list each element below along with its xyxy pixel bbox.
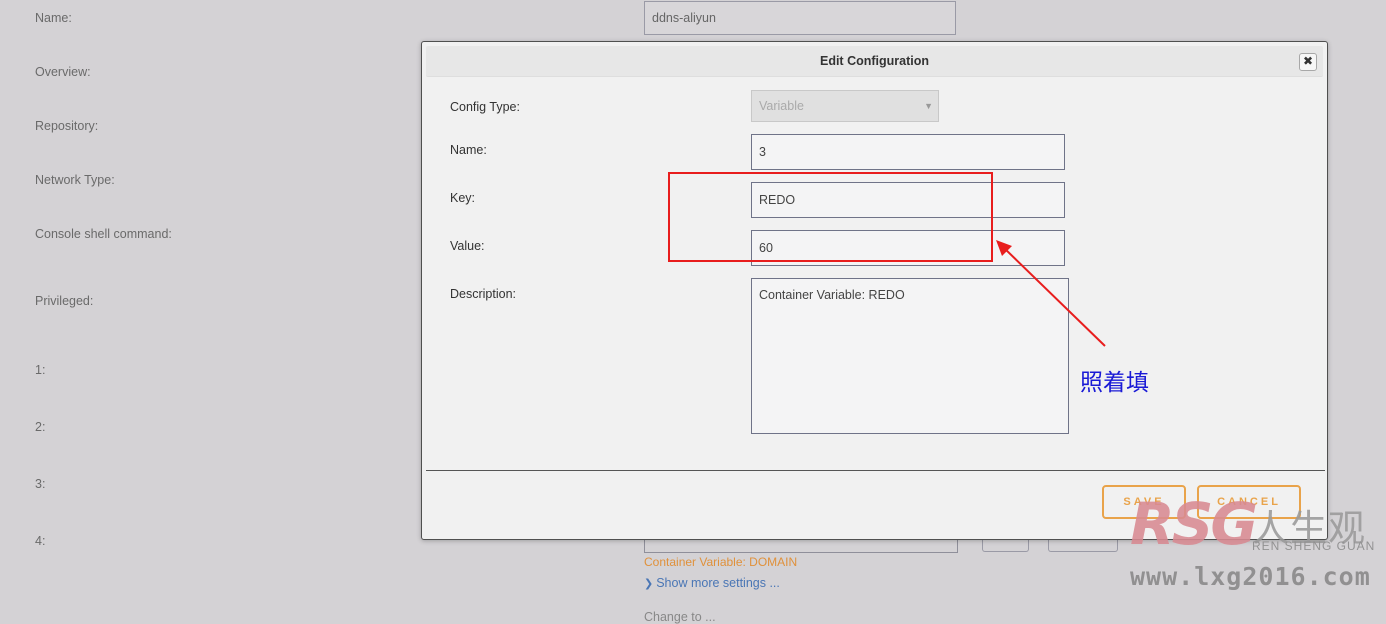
annotation-highlight-box <box>668 172 993 262</box>
bg-label-overview: Overview: <box>35 65 91 79</box>
edit-configuration-dialog: Edit Configuration ✖ Config Type: Variab… <box>421 41 1328 540</box>
show-more-settings-link[interactable]: ❯ Show more settings ... <box>644 576 780 590</box>
bg-label-row2: 2: <box>35 420 46 434</box>
config-type-label: Config Type: <box>450 100 520 114</box>
config-type-select[interactable]: Variable ▼ <box>751 90 939 122</box>
bg-cut-text: Change to ... <box>644 610 716 624</box>
chevron-down-icon: ❯ <box>644 578 654 590</box>
bg-label-network-type: Network Type: <box>35 173 115 187</box>
show-more-label: Show more settings ... <box>656 576 780 590</box>
bg-label-row3: 3: <box>35 477 46 491</box>
name-label: Name: <box>450 143 487 157</box>
bg-label-row1: 1: <box>35 363 46 377</box>
name-input[interactable]: 3 <box>751 134 1065 170</box>
bg-label-name: Name: <box>35 11 72 25</box>
bg-name-input[interactable]: ddns-aliyun <box>644 1 956 35</box>
annotation-text: 照着填 <box>1080 370 1149 396</box>
bg-label-privileged: Privileged: <box>35 294 94 308</box>
dropdown-caret-icon: ▼ <box>924 101 933 111</box>
dialog-title: Edit Configuration <box>819 54 929 68</box>
key-label: Key: <box>450 191 476 205</box>
close-icon[interactable]: ✖ <box>1299 53 1317 71</box>
dialog-divider <box>426 470 1325 471</box>
watermark: RSG 人生观 REN SHENG GUAN www.lxg2016.com <box>1128 488 1386 619</box>
watermark-url: www.lxg2016.com <box>1130 562 1371 591</box>
bg-label-console-shell: Console shell command: <box>35 227 172 241</box>
annotation-arrow-icon <box>996 240 1106 347</box>
config-type-value: Variable <box>759 99 804 113</box>
bg-row4-hint: Container Variable: DOMAIN <box>644 555 798 569</box>
dialog-header: Edit Configuration ✖ <box>426 46 1323 77</box>
bg-label-repository: Repository: <box>35 119 99 133</box>
value-label: Value: <box>450 239 485 253</box>
description-label: Description: <box>450 287 516 301</box>
watermark-logo: RSG <box>1130 490 1258 558</box>
bg-label-row4: 4: <box>35 534 46 548</box>
watermark-pinyin: REN SHENG GUAN <box>1252 539 1376 553</box>
